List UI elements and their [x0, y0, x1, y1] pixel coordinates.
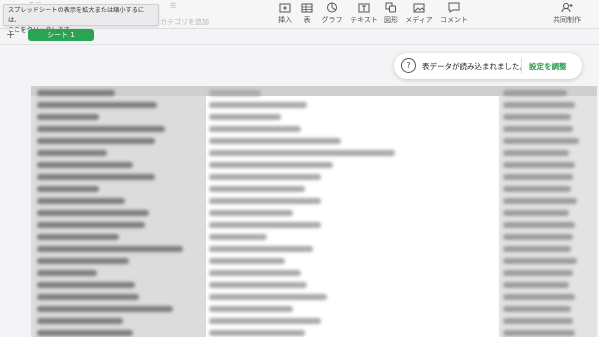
sheet-bar: + シート 1 [0, 28, 599, 43]
media-button[interactable]: メディア [405, 2, 433, 25]
table-cell[interactable] [37, 102, 157, 108]
add-category-button[interactable]: カテゴリを追加 [160, 17, 209, 27]
table-cell[interactable] [209, 270, 301, 276]
collaborate-icon [553, 2, 581, 14]
table-cell[interactable] [503, 294, 575, 300]
table-cell[interactable] [503, 126, 573, 132]
notification-separator [521, 58, 522, 74]
table-cell[interactable] [503, 282, 569, 288]
table-cell[interactable] [209, 318, 321, 324]
table-cell[interactable] [503, 150, 569, 156]
table-cell[interactable] [37, 138, 155, 144]
table-cell[interactable] [37, 270, 97, 276]
table-cell[interactable] [209, 210, 293, 216]
table-cell[interactable] [37, 282, 135, 288]
table-cell[interactable] [503, 258, 577, 264]
shape-icon [384, 2, 398, 14]
table-cell[interactable] [503, 174, 573, 180]
divider [0, 44, 599, 45]
insert-button[interactable]: 挿入 [276, 2, 294, 25]
table-cell[interactable] [209, 126, 301, 132]
table-cell[interactable] [37, 114, 99, 120]
table-cell[interactable] [503, 114, 571, 120]
spreadsheet-table[interactable] [31, 86, 597, 337]
table-cell[interactable] [503, 102, 575, 108]
table-cell[interactable] [37, 234, 119, 240]
help-icon[interactable]: ? [401, 58, 416, 73]
table-cell[interactable] [209, 294, 327, 300]
table-cell[interactable] [37, 306, 173, 312]
table-button[interactable]: 表 [300, 2, 314, 25]
chart-icon [320, 2, 344, 14]
table-cell[interactable] [209, 198, 321, 204]
collaborate-button[interactable]: 共同制作 [553, 2, 581, 25]
comment-icon [440, 2, 468, 14]
table-cell[interactable] [37, 174, 155, 180]
table-cell[interactable] [503, 162, 575, 168]
table-cell[interactable] [209, 162, 333, 168]
table-cell[interactable] [209, 282, 307, 288]
table-cell[interactable] [37, 198, 125, 204]
table-cell[interactable] [37, 318, 123, 324]
table-cell[interactable] [37, 246, 183, 252]
add-sheet-button[interactable]: + [6, 28, 15, 41]
category-list-icon: ☰ [170, 2, 177, 10]
table-cell[interactable] [209, 330, 305, 336]
tab-sheet-1[interactable]: シート 1 [28, 29, 94, 41]
table-cell[interactable] [503, 306, 571, 312]
comment-button[interactable]: コメント [440, 2, 468, 25]
table-cell[interactable] [209, 114, 281, 120]
table-cell[interactable] [503, 186, 571, 192]
table-cell[interactable] [209, 246, 313, 252]
insert-icon [276, 2, 294, 14]
table-cell[interactable] [503, 270, 573, 276]
table-cell[interactable] [209, 222, 321, 228]
table-cell[interactable] [37, 294, 139, 300]
table-cell[interactable] [503, 198, 577, 204]
table-cell[interactable] [37, 330, 133, 336]
table-cell[interactable] [37, 186, 99, 192]
table-cell[interactable] [209, 174, 321, 180]
zoom-tooltip: スプレッドシートの表示を拡大または縮小するには、 ここをクリックします。 [3, 4, 159, 34]
table-cell[interactable] [209, 150, 395, 156]
chart-button[interactable]: グラフ [320, 2, 344, 25]
table-cell[interactable] [37, 222, 145, 228]
table-cell[interactable] [37, 90, 115, 96]
table-cell[interactable] [37, 210, 149, 216]
table-cell[interactable] [503, 234, 573, 240]
table-cell[interactable] [209, 90, 261, 96]
text-button[interactable]: テキスト [349, 2, 379, 25]
data-loaded-notification: ? 表データが読み込まれました。 設定を調整 [394, 53, 582, 79]
table-cell[interactable] [209, 186, 305, 192]
table-cell[interactable] [209, 306, 293, 312]
table-icon [300, 2, 314, 14]
table-cell[interactable] [209, 102, 307, 108]
shape-button[interactable]: 図形 [384, 2, 398, 25]
table-cell[interactable] [209, 138, 341, 144]
table-cell[interactable] [503, 318, 573, 324]
notification-message: 表データが読み込まれました。 [422, 62, 527, 71]
table-cell[interactable] [37, 126, 165, 132]
table-cell[interactable] [503, 222, 575, 228]
tooltip-line-1: スプレッドシートの表示を拡大または縮小するには、 [8, 7, 145, 24]
table-cell[interactable] [503, 246, 571, 252]
table-cell[interactable] [503, 138, 579, 144]
table-cell[interactable] [37, 162, 133, 168]
table-cell[interactable] [503, 330, 575, 336]
table-cell[interactable] [503, 90, 567, 96]
table-cell[interactable] [503, 210, 569, 216]
table-cell[interactable] [209, 234, 267, 240]
table-cell[interactable] [37, 150, 107, 156]
adjust-settings-button[interactable]: 設定を調整 [529, 61, 567, 72]
table-cell[interactable] [209, 258, 285, 264]
text-icon [349, 2, 379, 14]
table-cell[interactable] [37, 258, 129, 264]
media-icon [405, 2, 433, 14]
